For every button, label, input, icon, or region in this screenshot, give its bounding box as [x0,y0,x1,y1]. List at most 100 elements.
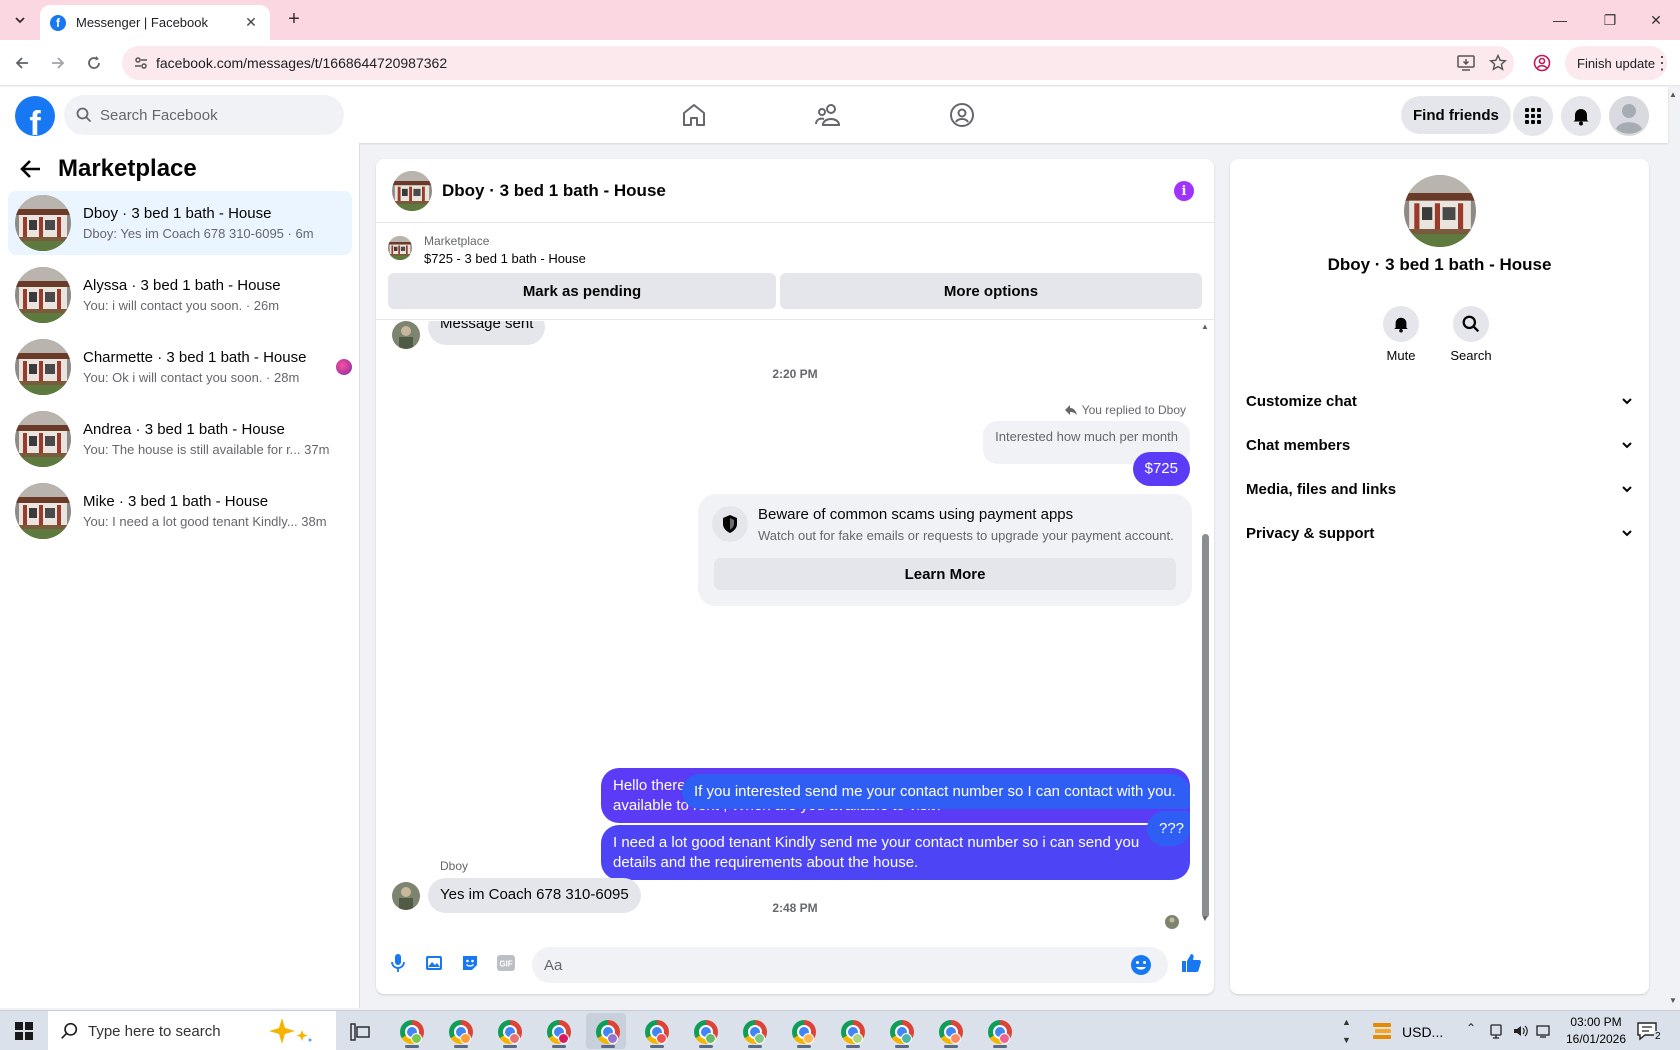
notifications-bell-icon[interactable] [1561,96,1601,136]
browser-menu-icon[interactable]: ⋮ [1652,51,1672,75]
currency-widget-icon[interactable] [1370,1019,1394,1043]
currency-widget-text[interactable]: USD... [1402,1024,1443,1040]
message-input[interactable] [544,956,1124,974]
learn-more-button[interactable]: Learn More [714,558,1176,590]
scrollbar-thumb[interactable] [1202,534,1209,918]
chat-avatar[interactable] [392,171,432,211]
chrome-taskbar-icon[interactable] [882,1015,922,1049]
clock-time[interactable]: 03:00 PM [1562,1015,1630,1029]
reload-icon[interactable] [82,51,106,75]
taskbar-search[interactable] [48,1011,336,1050]
chrome-taskbar-icon[interactable] [392,1015,432,1049]
message-input-box[interactable] [532,947,1168,983]
url-text[interactable]: facebook.com/messages/t/1668644720987362 [156,55,1450,71]
info-icon[interactable]: i [1174,181,1194,201]
conversation-item-andrea[interactable]: Andrea · 3 bed 1 bath - House You: The h… [8,407,352,471]
sticker-icon[interactable] [458,951,482,975]
search-conversation-button[interactable]: Search [1439,306,1503,363]
mark-as-pending-button[interactable]: Mark as pending [388,273,776,309]
account-avatar[interactable] [1609,96,1649,136]
chrome-taskbar-icon[interactable] [931,1015,971,1049]
chrome-taskbar-icon[interactable] [980,1015,1020,1049]
conversation-item-dboy[interactable]: Dboy · 3 bed 1 bath - House Dboy: Yes im… [8,191,352,255]
notification-center-icon[interactable]: 2 [1636,1021,1666,1043]
menu-grid-icon[interactable] [1513,96,1553,136]
message-bubble-incoming: Message sent [428,321,546,345]
find-friends-button[interactable]: Find friends [1401,96,1511,134]
tray-chevron-icon[interactable]: ⌃ [1466,1021,1476,1035]
chat-members-row[interactable]: Chat members [1246,425,1633,465]
taskbar-search-input[interactable] [88,1022,258,1040]
task-view-icon[interactable] [340,1015,380,1049]
back-arrow-icon[interactable] [18,156,44,182]
chrome-taskbar-icon[interactable] [686,1015,726,1049]
chrome-taskbar-icon[interactable] [735,1015,775,1049]
conversation-item-mike[interactable]: Mike · 3 bed 1 bath - House You: I need … [8,479,352,543]
chat-panel: Dboy · 3 bed 1 bath - House i Marketplac… [376,159,1214,994]
message-thread[interactable]: Message sent 2:20 PM You replied to Dboy… [376,321,1214,921]
chat-title[interactable]: Dboy · 3 bed 1 bath - House [442,181,666,201]
chrome-taskbar-icon[interactable] [784,1015,824,1049]
browser-tab[interactable]: f Messenger | Facebook ✕ [40,5,270,40]
sparkle-icon [269,1018,312,1044]
facebook-logo-icon[interactable]: f [15,96,55,136]
minimize-icon[interactable]: — [1536,0,1584,40]
tab-search-chevron-icon[interactable] [8,8,32,32]
tab-close-icon[interactable]: ✕ [242,14,260,31]
profile-icon[interactable] [1530,51,1554,75]
more-options-button[interactable]: More options [780,273,1202,309]
customize-chat-row[interactable]: Customize chat [1246,381,1633,421]
scroll-down-icon[interactable]: ▼ [1201,914,1209,923]
mute-button[interactable]: Mute [1369,306,1433,363]
details-avatar[interactable] [1404,175,1476,247]
network-icon[interactable] [1536,1023,1552,1039]
listing-title[interactable]: $725 - 3 bed 1 bath - House [424,251,586,266]
volume-icon[interactable] [1512,1023,1528,1039]
conversation-item-alyssa[interactable]: Alyssa · 3 bed 1 bath - House You: i wil… [8,263,352,327]
install-app-icon[interactable] [1450,55,1482,71]
message-scrollbar[interactable]: ▲ ▼ [1200,322,1210,924]
device-icon[interactable] [1488,1023,1504,1039]
chrome-taskbar-icon[interactable] [490,1015,530,1049]
privacy-support-row[interactable]: Privacy & support [1246,513,1633,553]
clock-date[interactable]: 16/01/2026 [1562,1032,1630,1046]
new-tab-plus-icon[interactable]: + [282,8,306,32]
thumbs-up-icon[interactable] [1179,951,1203,975]
chrome-taskbar-icon[interactable] [539,1015,579,1049]
conversation-preview: Dboy: Yes im Coach 678 310-6095 · 6m [83,226,314,241]
conversation-item-charmette[interactable]: Charmette · 3 bed 1 bath - House You: Ok… [8,335,352,399]
home-nav-icon[interactable] [674,95,714,135]
search-icon [76,107,92,123]
gif-icon[interactable]: GIF [494,951,518,975]
facebook-search-input[interactable] [100,106,320,124]
friends-nav-icon[interactable] [808,95,848,135]
forward-arrow-icon[interactable] [46,51,70,75]
restore-icon[interactable]: ❐ [1586,0,1634,40]
media-files-links-row[interactable]: Media, files and links [1246,469,1633,509]
dboy-avatar[interactable] [392,882,420,910]
windows-start-icon[interactable] [0,1011,48,1050]
photo-icon[interactable] [422,951,446,975]
notification-count: 2 [1654,1031,1662,1042]
window-close-icon[interactable]: ✕ [1632,0,1680,40]
taskbar-scroll-arrows[interactable]: ▲ ▼ [1342,1013,1351,1049]
row-label: Privacy & support [1246,524,1375,542]
facebook-search[interactable] [64,95,344,135]
chrome-taskbar-icon[interactable] [833,1015,873,1049]
bookmark-star-icon[interactable] [1482,54,1514,72]
chrome-taskbar-icon[interactable] [588,1015,628,1049]
microphone-icon[interactable] [386,951,410,975]
page-scroll-up-icon[interactable]: ▲ [1669,90,1679,100]
conversation-name: Dboy · 3 bed 1 bath - House [83,205,272,222]
address-bar[interactable]: facebook.com/messages/t/1668644720987362 [122,46,1514,80]
back-arrow-icon[interactable] [10,51,34,75]
page-scroll-down-icon[interactable]: ▼ [1669,996,1679,1006]
emoji-icon[interactable] [1130,954,1152,976]
groups-nav-icon[interactable] [942,95,982,135]
listing-thumbnail[interactable] [388,236,412,260]
site-info-icon[interactable] [126,55,156,71]
chrome-taskbar-icon[interactable] [441,1015,481,1049]
chrome-taskbar-icon[interactable] [637,1015,677,1049]
conversation-name: Alyssa · 3 bed 1 bath - House [83,277,281,294]
scroll-up-icon[interactable]: ▲ [1201,322,1209,331]
